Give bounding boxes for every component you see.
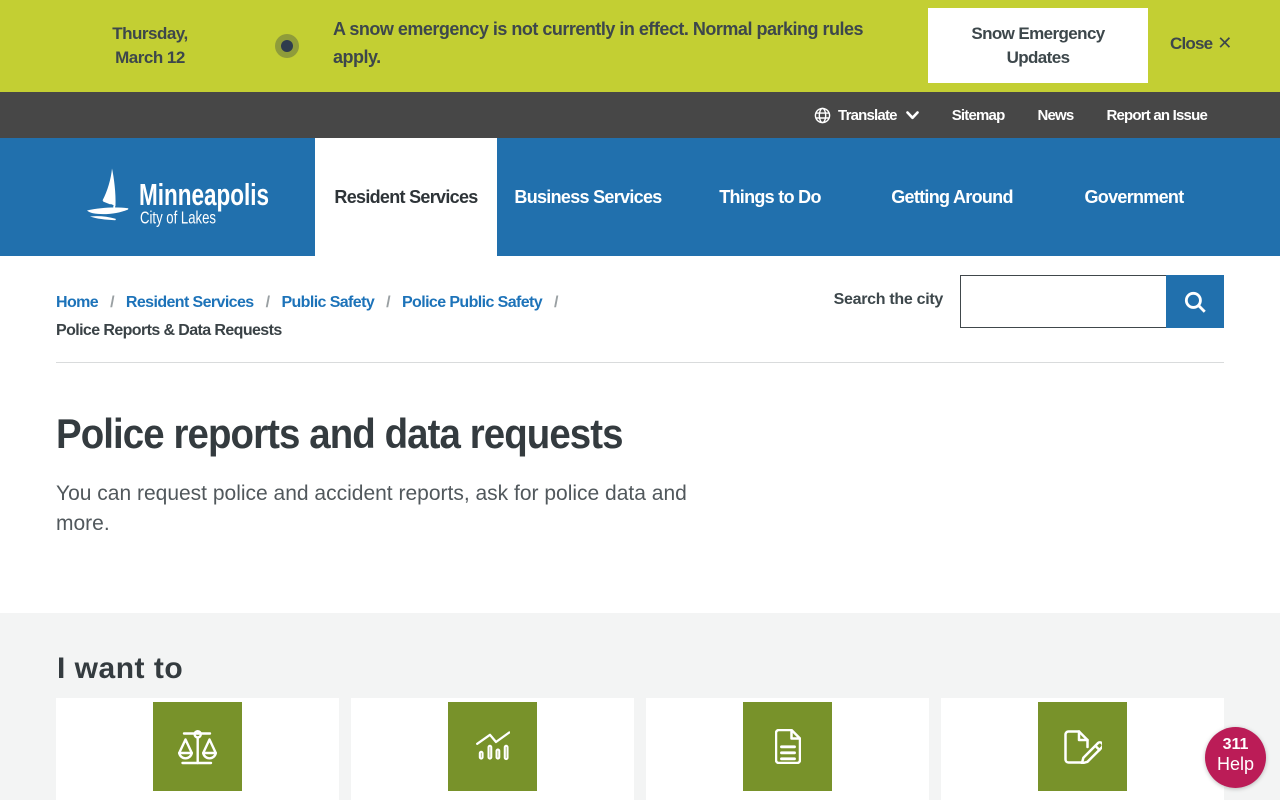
svg-text:City of Lakes: City of Lakes [140, 208, 216, 228]
